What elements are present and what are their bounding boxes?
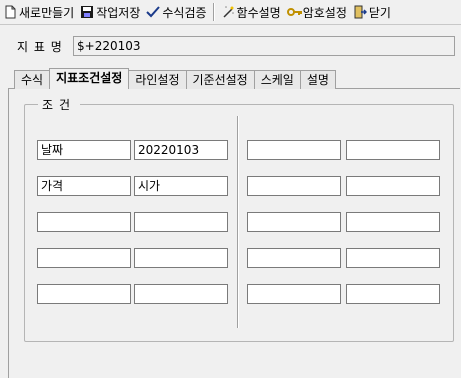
indicator-name-label: 지 표 명 bbox=[17, 40, 63, 54]
save-button-label: 작업저장 bbox=[96, 5, 141, 20]
condition-cell[interactable] bbox=[37, 284, 131, 304]
condition-cell[interactable] bbox=[346, 212, 440, 232]
magic-wand-icon bbox=[221, 5, 235, 19]
tab-baseline-settings[interactable]: 기준선설정 bbox=[185, 70, 255, 89]
password-button-label: 암호설정 bbox=[302, 5, 347, 20]
password-button[interactable]: 암호설정 bbox=[284, 1, 350, 23]
new-button-label: 새로만들기 bbox=[19, 5, 75, 20]
exit-door-icon bbox=[353, 5, 367, 19]
indicator-name-field[interactable]: $+220103 bbox=[73, 36, 455, 56]
toolbar: 새로만들기 작업저장 수식검증 함수설명 암호설정 닫기 bbox=[0, 0, 461, 24]
new-document-icon bbox=[3, 5, 17, 19]
function-help-button[interactable]: 함수설명 bbox=[218, 1, 284, 23]
conditions-group-title: 조건 bbox=[38, 96, 81, 113]
condition-cell[interactable] bbox=[134, 212, 228, 232]
save-button[interactable]: 작업저장 bbox=[77, 1, 143, 23]
condition-cell[interactable]: 20220103 bbox=[134, 140, 228, 160]
condition-cell[interactable]: 시가 bbox=[134, 176, 228, 196]
tab-indicator-conditions[interactable]: 지표조건설정 bbox=[49, 68, 130, 89]
condition-cell[interactable] bbox=[247, 176, 341, 196]
condition-cell[interactable] bbox=[37, 248, 131, 268]
condition-cell[interactable] bbox=[37, 212, 131, 232]
tab-formula[interactable]: 수식 bbox=[14, 70, 51, 89]
toolbar-separator bbox=[212, 3, 215, 21]
function-help-label: 함수설명 bbox=[236, 5, 281, 20]
tab-description[interactable]: 설명 bbox=[299, 70, 336, 89]
tab-strip: 수식 지표조건설정 라인설정 기준선설정 스케일 설명 bbox=[14, 68, 336, 89]
column-divider bbox=[237, 116, 239, 328]
close-button[interactable]: 닫기 bbox=[350, 1, 394, 23]
verify-formula-button[interactable]: 수식검증 bbox=[143, 1, 209, 23]
tab-line-settings[interactable]: 라인설정 bbox=[128, 70, 187, 89]
condition-cell[interactable] bbox=[134, 284, 228, 304]
verify-formula-label: 수식검증 bbox=[162, 5, 207, 20]
condition-cell[interactable]: 가격 bbox=[37, 176, 131, 196]
condition-cell[interactable] bbox=[247, 248, 341, 268]
condition-cell[interactable]: 날짜 bbox=[37, 140, 131, 160]
condition-cell[interactable] bbox=[247, 140, 341, 160]
condition-cell[interactable] bbox=[346, 284, 440, 304]
tab-scale[interactable]: 스케일 bbox=[253, 70, 301, 89]
new-button[interactable]: 새로만들기 bbox=[0, 1, 77, 23]
checkmark-icon bbox=[146, 5, 161, 19]
condition-cell[interactable] bbox=[346, 176, 440, 196]
condition-cell[interactable] bbox=[134, 248, 228, 268]
condition-cell[interactable] bbox=[346, 140, 440, 160]
toolbar-divider bbox=[0, 24, 461, 25]
condition-cell[interactable] bbox=[346, 248, 440, 268]
key-icon bbox=[286, 5, 302, 19]
save-disk-icon bbox=[80, 5, 94, 19]
condition-cell[interactable] bbox=[247, 212, 341, 232]
close-button-label: 닫기 bbox=[368, 5, 391, 20]
condition-cell[interactable] bbox=[247, 284, 341, 304]
